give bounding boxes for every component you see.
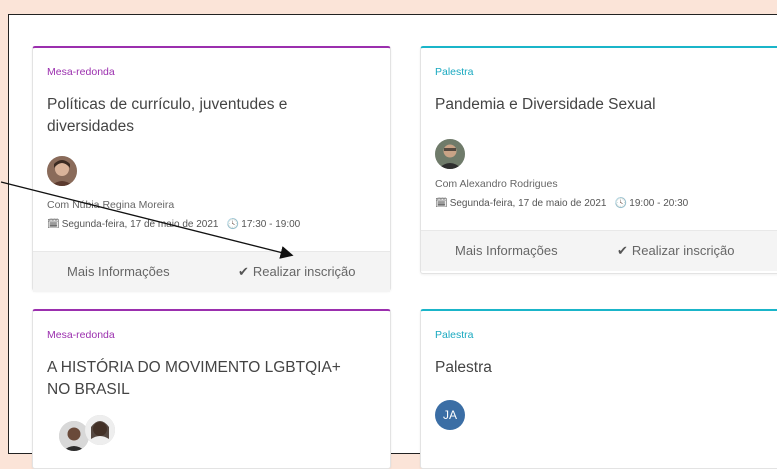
more-info-button[interactable]: Mais Informações <box>455 243 558 258</box>
check-icon: ✔ <box>238 264 249 279</box>
more-info-button[interactable]: Mais Informações <box>67 264 170 279</box>
register-button[interactable]: ✔ Realizar inscrição <box>617 243 735 259</box>
calendar-icon: 🗓 <box>435 198 448 209</box>
event-card: Mesa-redonda Políticas de currículo, juv… <box>32 46 391 292</box>
event-card: Palestra Pandemia e Diversidade Sexual C… <box>420 46 777 274</box>
check-icon: ✔ <box>617 243 628 258</box>
register-label: Realizar inscrição <box>252 264 356 279</box>
speaker-initials-avatar: JA <box>435 400 465 430</box>
speaker-name: Com Alexandro Rodrigues <box>435 178 558 190</box>
card-footer: Mais Informações ✔ Realizar inscrição <box>421 230 777 271</box>
clock-icon: 🕓 <box>226 219 240 230</box>
event-card: Palestra Palestra JA <box>420 309 777 469</box>
event-time: 19:00 - 20:30 <box>629 198 689 209</box>
event-category: Palestra <box>435 66 474 78</box>
event-time: 17:30 - 19:00 <box>241 219 301 230</box>
event-date: Segunda-feira, 17 de maio de 2021 <box>449 198 607 209</box>
clock-icon: 🕓 <box>614 198 628 209</box>
calendar-icon: 🗓 <box>47 219 60 230</box>
event-datetime: 🗓 Segunda-feira, 17 de maio de 2021 🕓 19:0… <box>435 198 688 209</box>
event-title[interactable]: Palestra <box>435 357 735 379</box>
event-datetime: 🗓 Segunda-feira, 17 de maio de 2021 🕓 17:3… <box>47 219 300 230</box>
register-button[interactable]: ✔ Realizar inscrição <box>238 264 356 280</box>
speaker-avatar <box>47 156 77 186</box>
event-title[interactable]: Pandemia e Diversidade Sexual <box>435 94 735 116</box>
event-title[interactable]: Políticas de currículo, juventudes e div… <box>47 94 347 138</box>
event-category: Palestra <box>435 329 474 341</box>
event-title[interactable]: A HISTÓRIA DO MOVIMENTO LGBTQIA+ NO BRAS… <box>47 357 347 401</box>
card-footer: Mais Informações ✔ Realizar inscrição <box>33 251 390 292</box>
event-date: Segunda-feira, 17 de maio de 2021 <box>61 219 219 230</box>
speaker-avatar <box>435 139 465 169</box>
events-panel: Mesa-redonda Políticas de currículo, juv… <box>8 14 777 469</box>
speaker-name: Com Núbia Regina Moreira <box>47 199 175 211</box>
register-label: Realizar inscrição <box>631 243 735 258</box>
event-category: Mesa-redonda <box>47 66 115 78</box>
event-category: Mesa-redonda <box>47 329 115 341</box>
speaker-avatar <box>85 415 115 445</box>
event-card: Mesa-redonda A HISTÓRIA DO MOVIMENTO LGB… <box>32 309 391 469</box>
